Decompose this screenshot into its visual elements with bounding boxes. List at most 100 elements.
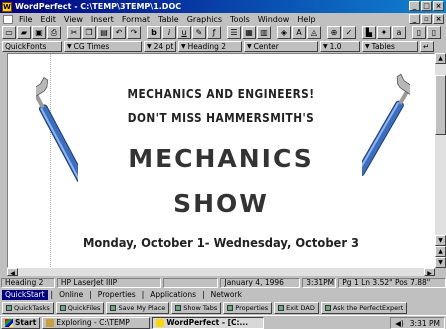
doc-minimize-button[interactable]: _ xyxy=(409,14,420,24)
vertical-scrollbar[interactable]: ▲ ▼ ▲ ▼ xyxy=(435,53,446,268)
properties-icon xyxy=(227,305,234,311)
dropdown-arrow-icon: ▼ xyxy=(323,42,328,50)
save-my-place-label: Save My Place xyxy=(118,304,166,312)
open-folder-icon[interactable]: ▰ xyxy=(17,26,31,39)
font-icon[interactable]: ƒ xyxy=(207,26,221,39)
close-button[interactable]: × xyxy=(433,1,444,11)
menu-edit[interactable]: Edit xyxy=(36,15,60,24)
show-tabs-button[interactable]: Show Tabs xyxy=(171,302,222,314)
highlight-icon[interactable]: ✎ xyxy=(192,26,206,39)
font-size-dropdown[interactable]: ▼ 24 pt xyxy=(144,40,176,52)
minimize-button[interactable]: _ xyxy=(409,1,420,11)
style-dropdown[interactable]: ▼ Heading 2 xyxy=(178,40,242,52)
tables-dropdown[interactable]: ▼ Tables xyxy=(362,40,418,52)
spellcheck-icon[interactable]: ✓ xyxy=(342,26,356,39)
justification-dropdown[interactable]: ▼ Center xyxy=(244,40,318,52)
tab-online[interactable]: Online xyxy=(56,290,86,300)
paste-icon[interactable]: ▤ xyxy=(97,26,111,39)
page-up-icon[interactable]: ▲ xyxy=(435,246,446,257)
underline-icon[interactable]: u xyxy=(177,26,191,39)
quick-buttons-bar: QuickTasks QuickFiles Save My Place Show… xyxy=(0,301,446,315)
save-disk-icon[interactable]: ▣ xyxy=(32,26,46,39)
perfectexpert-button[interactable]: Ask the PerfectExpert xyxy=(320,302,408,314)
window-title: WordPerfect - C:\TEMP\3TEMP\1.DOC xyxy=(15,2,182,11)
wordperfect-app-icon[interactable]: W xyxy=(2,1,12,12)
table-icon[interactable]: ▦ xyxy=(242,26,256,39)
scroll-down-icon[interactable]: ▼ xyxy=(435,235,446,246)
menu-view[interactable]: View xyxy=(60,15,87,24)
scroll-thumb[interactable] xyxy=(435,75,446,135)
redo-icon[interactable]: ↷ xyxy=(127,26,141,39)
doc-close-button[interactable]: × xyxy=(433,14,444,24)
quicktasks-label: QuickTasks xyxy=(14,304,50,312)
tab-quickstart[interactable]: QuickStart xyxy=(2,289,48,300)
wand-icon[interactable]: ✦ xyxy=(377,26,391,39)
textart-icon[interactable]: A xyxy=(292,26,306,39)
horizontal-scrollbar[interactable]: ◀ ▶ xyxy=(7,268,435,277)
task-wordperfect[interactable]: WordPerfect - [C:... xyxy=(152,316,265,329)
exit-dad-icon xyxy=(278,305,285,311)
document-page[interactable]: MECHANICS AND ENGINEERS! DON'T MISS HAMM… xyxy=(7,53,435,269)
properties-button[interactable]: Properties xyxy=(223,302,273,314)
bold-icon[interactable]: b xyxy=(147,26,161,39)
line-spacing-dropdown[interactable]: ▼ 1.0 xyxy=(320,40,360,52)
properties-label: Properties xyxy=(235,304,269,312)
menu-insert[interactable]: Insert xyxy=(87,15,118,24)
menu-table[interactable]: Table xyxy=(154,15,183,24)
abc-icon[interactable]: a xyxy=(392,26,406,39)
chart-icon[interactable]: ▙ xyxy=(362,26,376,39)
print-icon[interactable]: ⎙ xyxy=(47,26,61,39)
image-icon[interactable]: ◈ xyxy=(277,26,291,39)
tab-applications[interactable]: Applications xyxy=(147,290,199,300)
menu-window[interactable]: Window xyxy=(254,15,294,24)
document-icon[interactable] xyxy=(3,14,13,24)
quicktasks-button[interactable]: QuickTasks xyxy=(2,302,54,314)
save-my-place-button[interactable]: Save My Place xyxy=(106,302,170,314)
quickfonts-dropdown[interactable]: QuickFonts xyxy=(2,40,62,52)
copy-icon[interactable]: ❐ xyxy=(82,26,96,39)
status-insert-mode[interactable] xyxy=(162,277,219,288)
speaker-icon[interactable]: ◀) xyxy=(395,319,404,328)
zoom-icon[interactable]: ⊕ xyxy=(327,26,341,39)
quickfiles-button[interactable]: QuickFiles xyxy=(55,302,105,314)
tab-properties[interactable]: Properties xyxy=(95,290,139,300)
bullets-icon[interactable]: ☰ xyxy=(227,26,241,39)
task-exploring[interactable]: Exploring - C:\TEMP xyxy=(42,316,151,329)
page-down-icon[interactable]: ▼ xyxy=(435,257,446,268)
scroll-right-icon[interactable]: ▶ xyxy=(424,268,435,277)
status-position: Pg 1 Ln 3.52" Pos 7.88" xyxy=(338,277,446,288)
undo-icon[interactable]: ↶ xyxy=(112,26,126,39)
status-bar: Heading 2 HP LaserJet IIIP January 4, 19… xyxy=(0,277,446,288)
scroll-left-icon[interactable]: ◀ xyxy=(7,268,18,277)
start-button[interactable]: Start xyxy=(1,316,41,329)
page-view-icon[interactable]: ▯ xyxy=(412,26,426,39)
menu-format[interactable]: Format xyxy=(118,15,154,24)
italic-icon[interactable]: i xyxy=(162,26,176,39)
perfectexpert-icon xyxy=(324,305,331,311)
draw-icon[interactable]: ◬ xyxy=(307,26,321,39)
show-tabs-label: Show Tabs xyxy=(183,304,218,312)
cut-icon[interactable]: ✂ xyxy=(67,26,81,39)
application-window: W WordPerfect - C:\TEMP\3TEMP\1.DOC _ □ … xyxy=(0,0,446,329)
menu-tools[interactable]: Tools xyxy=(226,15,254,24)
doc-restore-button[interactable]: ▫ xyxy=(421,14,432,24)
document-area: MECHANICS AND ENGINEERS! DON'T MISS HAMM… xyxy=(0,53,446,277)
exit-dad-button[interactable]: Exit DAD xyxy=(274,302,319,314)
two-page-icon[interactable]: ▯ xyxy=(427,26,441,39)
new-document-icon[interactable]: ▭ xyxy=(2,26,16,39)
menu-file[interactable]: File xyxy=(15,15,36,24)
menu-bar: File Edit View Insert Format Table Graph… xyxy=(0,13,446,25)
tab-network[interactable]: Network xyxy=(208,290,245,300)
dropdown-arrow-icon: ▼ xyxy=(181,42,186,50)
status-printer[interactable]: HP LaserJet IIIP xyxy=(56,277,161,288)
scroll-up-icon[interactable]: ▲ xyxy=(435,53,446,64)
menu-graphics[interactable]: Graphics xyxy=(183,15,226,24)
font-dropdown[interactable]: ▼ CG Times xyxy=(64,40,142,52)
clock: 3:31 PM xyxy=(409,318,440,328)
columns-icon[interactable]: ▥ xyxy=(257,26,271,39)
maximize-button[interactable]: □ xyxy=(421,1,432,11)
menu-help[interactable]: Help xyxy=(293,15,319,24)
system-tray: ◀) 3:31 PM xyxy=(390,317,445,329)
perfectexpert-label: Ask the PerfectExpert xyxy=(332,304,404,312)
property-extra-button[interactable]: ↵ xyxy=(420,40,434,52)
